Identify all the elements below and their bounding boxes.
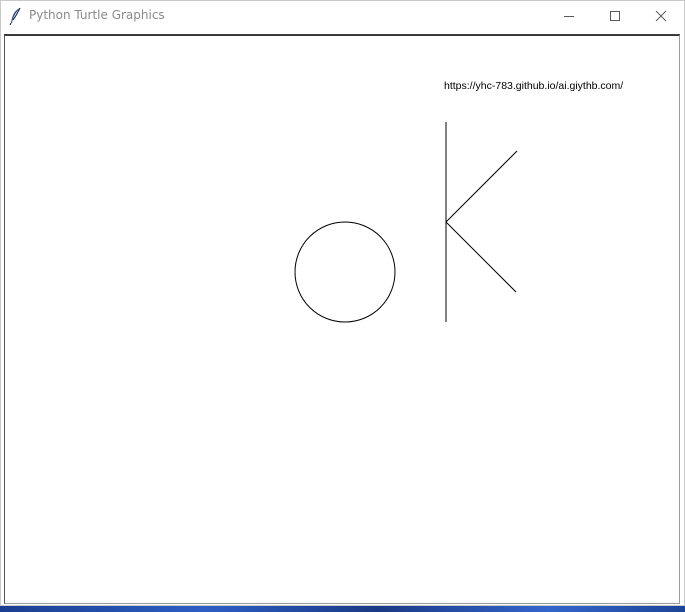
- letter-k-lower-arm: [445, 221, 517, 293]
- close-button[interactable]: [638, 1, 684, 31]
- maximize-button[interactable]: [592, 1, 638, 31]
- title-bar[interactable]: Python Turtle Graphics: [1, 1, 684, 31]
- feather-icon: [9, 7, 23, 26]
- close-icon: [655, 7, 667, 26]
- window-title: Python Turtle Graphics: [29, 8, 165, 22]
- letter-k-upper-arm: [445, 150, 518, 223]
- turtle-canvas[interactable]: https://yhc-783.github.io/ai.giythb.com/: [4, 34, 680, 604]
- minimize-button[interactable]: [546, 1, 592, 31]
- drawn-circle: [294, 221, 396, 323]
- turtle-window: Python Turtle Graphics https://yhc-783.g…: [0, 0, 685, 606]
- maximize-icon: [609, 7, 621, 26]
- minimize-icon: [563, 7, 575, 26]
- turtle-drawing: [294, 122, 518, 323]
